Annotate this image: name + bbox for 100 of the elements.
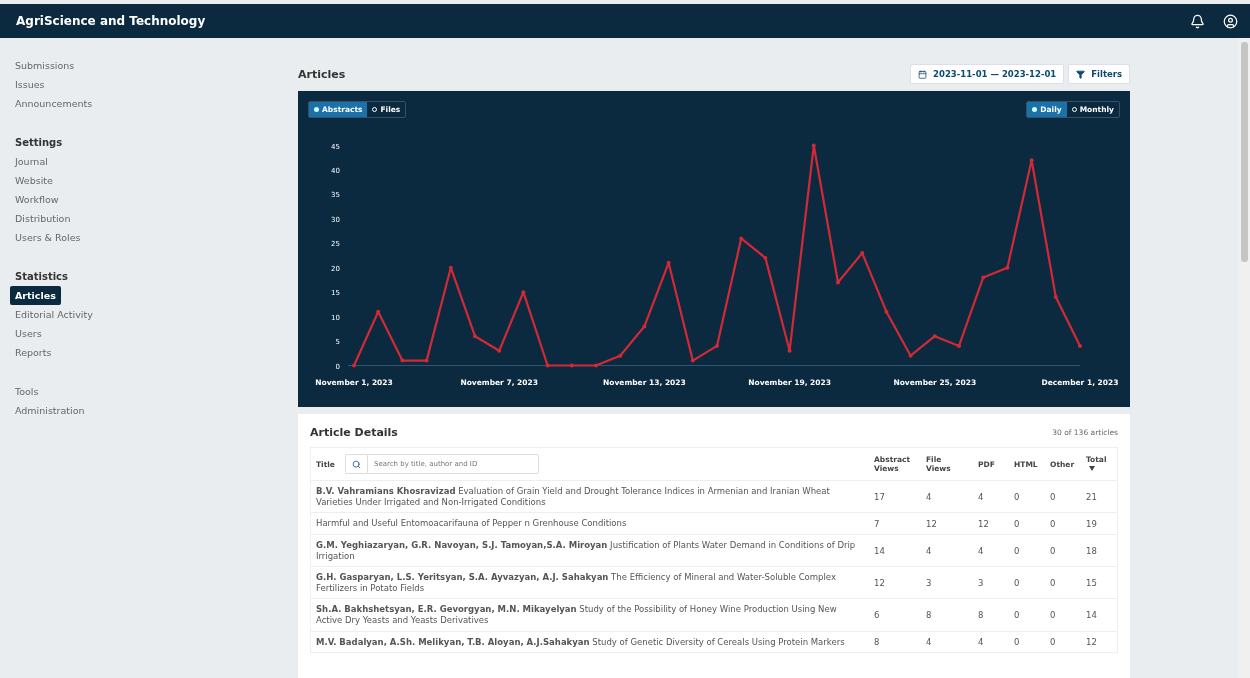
table-cell: 12 [869, 566, 921, 599]
table-cell: 14 [1081, 598, 1118, 632]
table-cell: 17 [869, 480, 921, 513]
chart-point [932, 334, 937, 339]
sidebar-item[interactable]: Tools [10, 382, 44, 401]
sort-caret-icon [1089, 466, 1095, 471]
table-cell: 3 [921, 566, 973, 599]
article-title: G.H. Gasparyan, L.S. Yeritsyan, S.A. Ayvazyan, A.J. Sahakyan The Efficiency of Mineral and Water-Soluble Complex Fertilizers in Potato Fields [310, 566, 869, 599]
article-title: Sh.A. Bakhshetsyan, E.R. Gevorgyan, M.N. Mikayelyan Study of the Possibility of Honey Wine Production Using New Active Dry Yeasts and Yeasts Derivatives [310, 598, 869, 632]
sidebar-item[interactable]: Editorial Activity [10, 305, 98, 324]
table-cell: 15 [1081, 566, 1118, 599]
table-cell: 4 [973, 480, 1009, 513]
chart-point [473, 334, 477, 339]
table-cell: 18 [1081, 534, 1118, 567]
table-cell: 4 [973, 631, 1009, 653]
chart-point [569, 363, 574, 368]
chart-point [690, 358, 695, 363]
filters-button[interactable]: Filters [1068, 64, 1130, 84]
chart-point [521, 290, 526, 295]
chart-point [1053, 295, 1058, 300]
chart-point [787, 348, 792, 353]
chart-point [957, 343, 961, 348]
table-cell: 0 [1045, 534, 1081, 567]
chart-point [642, 324, 647, 329]
table-cell: 0 [1045, 598, 1081, 632]
sidebar-item[interactable]: Announcements [10, 94, 98, 113]
article-title: Harmful and Useful Entomoacarifauna of Pepper n Grenhouse Conditions [310, 512, 869, 535]
chart-point [1078, 343, 1082, 348]
sidebar-item[interactable]: Users [10, 324, 47, 343]
chart-point [666, 260, 671, 265]
filter-icon [1076, 69, 1086, 79]
sidebar-item[interactable]: Issues [10, 75, 50, 94]
table-cell: 4 [921, 534, 973, 567]
table-cell: 3 [973, 566, 1009, 599]
chart-point [981, 275, 986, 280]
table-cell: 0 [1045, 512, 1081, 535]
table-cell: 6 [869, 598, 921, 632]
chart-point [376, 309, 381, 314]
chart-point [739, 236, 744, 241]
date-range-button[interactable]: 2023-11-01 — 2023-12-01 [910, 64, 1065, 84]
card-title: Article Details [310, 426, 398, 439]
table-cell: 7 [869, 512, 921, 535]
table-cell: 19 [1081, 512, 1118, 535]
table-cell: 0 [1045, 631, 1081, 653]
sidebar-heading: Statistics [14, 270, 69, 284]
search-button[interactable] [344, 454, 367, 474]
chart-point [715, 343, 719, 348]
user-icon[interactable] [1223, 13, 1238, 29]
sidebar-item[interactable]: Articles [10, 286, 61, 305]
sidebar-item[interactable]: Workflow [10, 190, 64, 209]
table-cell: 21 [1081, 480, 1118, 513]
table-cell: 12 [921, 512, 973, 535]
table-cell: 8 [921, 598, 973, 632]
search-icon [351, 459, 361, 469]
sidebar-heading: Settings [14, 136, 64, 150]
sidebar-item[interactable]: Administration [10, 401, 90, 420]
table-cell: 0 [1009, 480, 1045, 513]
table-cell: 0 [1009, 534, 1045, 567]
table-cell: 0 [1045, 480, 1081, 513]
sidebar-item[interactable]: Submissions [10, 56, 80, 75]
table-cell: 8 [973, 598, 1009, 632]
calendar-icon [918, 69, 928, 79]
chart-point [545, 363, 550, 368]
chart-point [763, 255, 768, 260]
sidebar-item[interactable]: Reports [10, 343, 57, 362]
table-cell: 0 [1009, 631, 1045, 653]
chart-point [1005, 265, 1010, 270]
chart-point [424, 358, 429, 363]
table-cell: 12 [1081, 631, 1118, 653]
bell-icon[interactable] [1190, 13, 1205, 29]
chart-point [1029, 158, 1034, 163]
table-cell: 4 [921, 631, 973, 653]
chart-point [400, 358, 405, 363]
table-cell: 0 [1009, 598, 1045, 632]
chart-point [497, 348, 502, 353]
page-title: Articles [298, 67, 346, 81]
scrollbar[interactable] [1238, 38, 1250, 678]
chart-point [352, 363, 356, 368]
article-title: B.V. Vahramians Khosravizad Evaluation of Grain Yield and Drought Tolerance Indices in Armenian and Iranian Wheat Varieties Under Irrigated and Non-Irrigated Conditions [310, 480, 869, 513]
chart-point [618, 353, 623, 358]
table-cell: 4 [973, 534, 1009, 567]
article-title: G.M. Yeghiazaryan, G.R. Navoyan, S.J. Tamoyan,S.A. Miroyan Justification of Plants Water Demand in Conditions of Drip Irrigation [310, 534, 869, 567]
chart-point [448, 265, 453, 270]
site-title: AgriScience and Technology [16, 14, 206, 28]
sidebar-item[interactable]: Distribution [10, 209, 76, 228]
table-cell: 8 [869, 631, 921, 653]
chart-point [860, 251, 865, 256]
sidebar-item[interactable]: Journal [10, 152, 53, 171]
chart-point [836, 280, 840, 285]
table-cell: 4 [921, 480, 973, 513]
table-cell: 0 [1045, 566, 1081, 599]
sidebar-item[interactable]: Users & Roles [10, 228, 86, 247]
table-cell: 12 [973, 512, 1009, 535]
article-title: M.V. Badalyan, A.Sh. Melikyan, T.B. Aloyan, A.J.Sahakyan Study of Genetic Diversity of Cereals Using Protein Markers [310, 631, 869, 653]
table-cell: 0 [1009, 566, 1045, 599]
chart-point [908, 353, 913, 358]
sidebar-item[interactable]: Website [10, 171, 58, 190]
chart-point [811, 143, 816, 148]
chart-point [594, 363, 598, 368]
chart-point [884, 309, 889, 314]
